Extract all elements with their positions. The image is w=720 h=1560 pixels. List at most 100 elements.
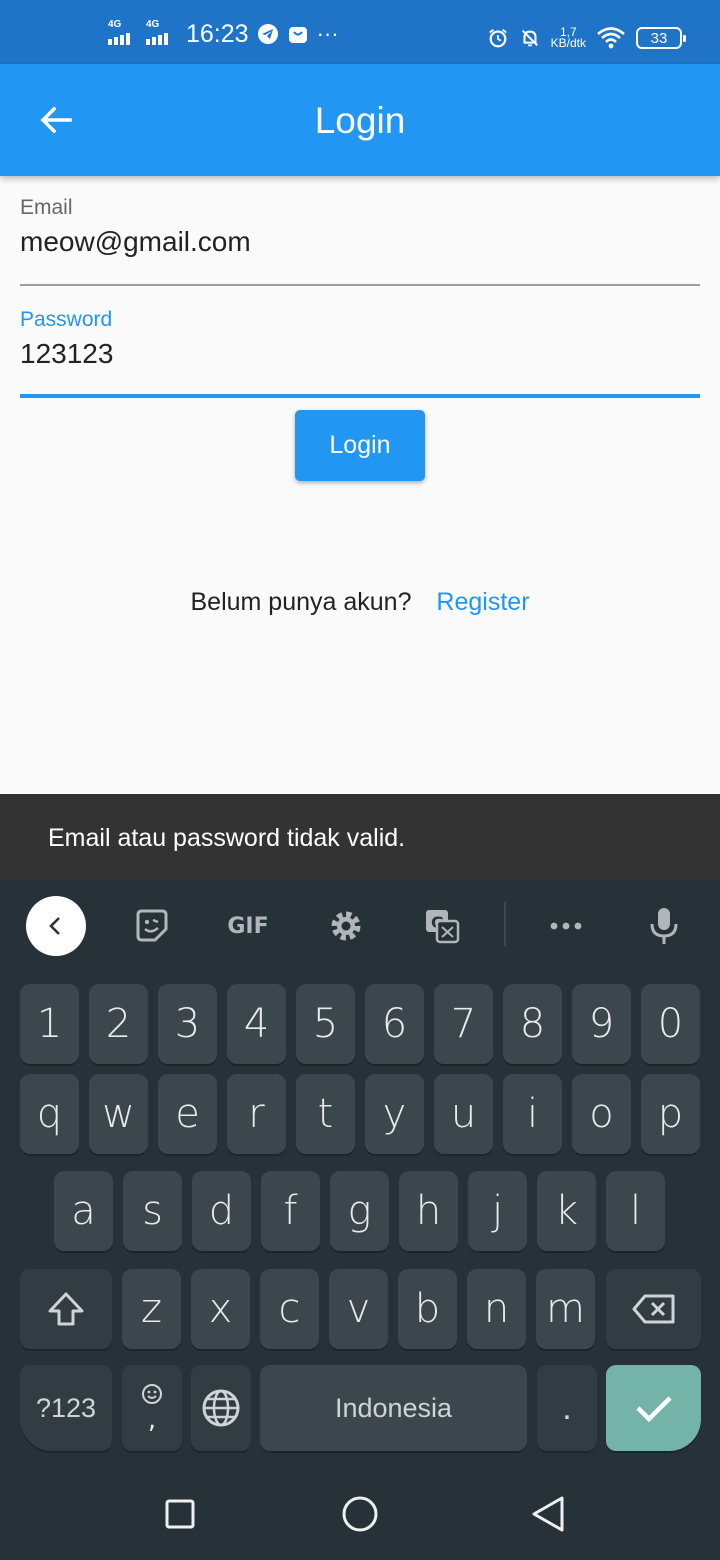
email-field[interactable]: Email meow@gmail.com xyxy=(20,196,700,288)
key-v[interactable]: v xyxy=(329,1269,388,1349)
enter-key[interactable] xyxy=(606,1365,701,1451)
key-3[interactable]: 3 xyxy=(158,984,217,1064)
recent-apps-icon xyxy=(165,1499,195,1529)
sticker-button[interactable] xyxy=(122,896,182,956)
key-f[interactable]: f xyxy=(261,1171,320,1251)
status-bar: 4G 4G 16:23 ··· 1,7 KB/dtk 33 xyxy=(0,0,720,64)
battery-level: 33 xyxy=(650,29,668,47)
password-underline xyxy=(20,394,700,398)
password-label: Password xyxy=(20,308,113,331)
translate-button[interactable]: G xyxy=(412,896,472,956)
snackbar-message: Email atau password tidak valid. xyxy=(48,824,406,852)
language-key[interactable] xyxy=(191,1365,251,1451)
key-j[interactable]: j xyxy=(468,1171,527,1251)
system-back-button[interactable] xyxy=(528,1494,568,1534)
status-time: 16:23 xyxy=(186,19,249,48)
voice-input-button[interactable] xyxy=(634,896,694,956)
shift-key[interactable] xyxy=(20,1269,112,1349)
key-a[interactable]: a xyxy=(54,1171,113,1251)
email-input[interactable]: meow@gmail.com xyxy=(20,226,700,258)
emoji-comma-key[interactable]: , xyxy=(122,1365,182,1451)
key-y[interactable]: y xyxy=(365,1074,424,1154)
shift-icon xyxy=(48,1292,84,1326)
network-speed-unit: KB/dtk xyxy=(550,36,586,50)
toolbar-divider xyxy=(504,902,506,946)
key-2[interactable]: 2 xyxy=(89,984,148,1064)
key-b[interactable]: b xyxy=(398,1269,457,1349)
key-m[interactable]: m xyxy=(536,1269,595,1349)
key-r[interactable]: r xyxy=(227,1074,286,1154)
key-1[interactable]: 1 xyxy=(20,984,79,1064)
key-5[interactable]: 5 xyxy=(296,984,355,1064)
register-link[interactable]: Register xyxy=(436,588,529,616)
wifi-icon xyxy=(596,27,626,49)
more-button[interactable] xyxy=(536,896,596,956)
key-w[interactable]: w xyxy=(89,1074,148,1154)
alarm-icon xyxy=(487,27,509,49)
status-bar-right: 1,7 KB/dtk 33 xyxy=(487,20,686,56)
more-icon xyxy=(550,922,582,930)
symbols-key[interactable]: ?123 xyxy=(20,1365,112,1451)
key-o[interactable]: o xyxy=(572,1074,631,1154)
backspace-key[interactable] xyxy=(606,1269,701,1349)
emoji-icon xyxy=(142,1384,162,1404)
key-d[interactable]: d xyxy=(192,1171,251,1251)
login-button[interactable]: Login xyxy=(295,410,425,481)
email-underline xyxy=(20,284,700,286)
key-k[interactable]: k xyxy=(537,1171,596,1251)
key-u[interactable]: u xyxy=(434,1074,493,1154)
checkmark-icon xyxy=(635,1396,672,1423)
key-7[interactable]: 7 xyxy=(434,984,493,1064)
comma-label: , xyxy=(147,1405,157,1435)
translate-icon: G xyxy=(426,910,460,944)
period-key[interactable]: . xyxy=(537,1365,597,1451)
shopping-bag-icon xyxy=(287,23,309,45)
keyboard-toolbar: GIF G xyxy=(0,880,720,970)
key-z[interactable]: z xyxy=(122,1269,181,1349)
gif-button[interactable]: GIF xyxy=(218,896,278,956)
key-q[interactable]: q xyxy=(20,1074,79,1154)
navigation-bar xyxy=(0,1470,720,1560)
register-prompt: Belum punya akun? xyxy=(190,588,412,616)
register-row: Belum punya akun? Register xyxy=(0,588,720,617)
status-bar-left: 4G 4G 16:23 ··· xyxy=(108,16,339,52)
backspace-icon xyxy=(632,1294,674,1324)
battery-icon: 33 xyxy=(636,27,686,49)
recent-apps-button[interactable] xyxy=(160,1494,200,1534)
key-s[interactable]: s xyxy=(123,1171,182,1251)
globe-icon xyxy=(202,1389,240,1427)
home-button[interactable] xyxy=(340,1494,380,1534)
key-9[interactable]: 9 xyxy=(572,984,631,1064)
key-c[interactable]: c xyxy=(260,1269,319,1349)
key-t[interactable]: t xyxy=(296,1074,355,1154)
network-type-1: 4G xyxy=(108,19,122,30)
chevron-left-icon xyxy=(49,917,60,935)
settings-icon xyxy=(331,911,361,941)
gif-icon: GIF xyxy=(227,913,269,939)
key-i[interactable]: i xyxy=(503,1074,562,1154)
back-icon xyxy=(532,1496,564,1532)
space-key[interactable]: Indonesia xyxy=(260,1365,527,1451)
error-snackbar: Email atau password tidak valid. xyxy=(0,794,720,880)
key-6[interactable]: 6 xyxy=(365,984,424,1064)
key-g[interactable]: g xyxy=(330,1171,389,1251)
key-x[interactable]: x xyxy=(191,1269,250,1349)
keyboard-collapse-button[interactable] xyxy=(26,896,86,956)
keyboard-settings-button[interactable] xyxy=(316,896,376,956)
key-p[interactable]: p xyxy=(641,1074,700,1154)
key-4[interactable]: 4 xyxy=(227,984,286,1064)
password-input[interactable]: 123123 xyxy=(20,338,700,370)
home-icon xyxy=(342,1496,378,1532)
password-field[interactable]: Password 123123 xyxy=(20,308,700,400)
key-8[interactable]: 8 xyxy=(503,984,562,1064)
key-h[interactable]: h xyxy=(399,1171,458,1251)
email-label: Email xyxy=(20,196,73,219)
page-title: Login xyxy=(314,100,406,141)
key-n[interactable]: n xyxy=(467,1269,526,1349)
network-type-2: 4G xyxy=(146,19,160,30)
sticker-icon xyxy=(136,909,168,942)
app-bar: Login xyxy=(0,64,720,176)
key-l[interactable]: l xyxy=(606,1171,665,1251)
key-e[interactable]: e xyxy=(158,1074,217,1154)
key-0[interactable]: 0 xyxy=(641,984,700,1064)
